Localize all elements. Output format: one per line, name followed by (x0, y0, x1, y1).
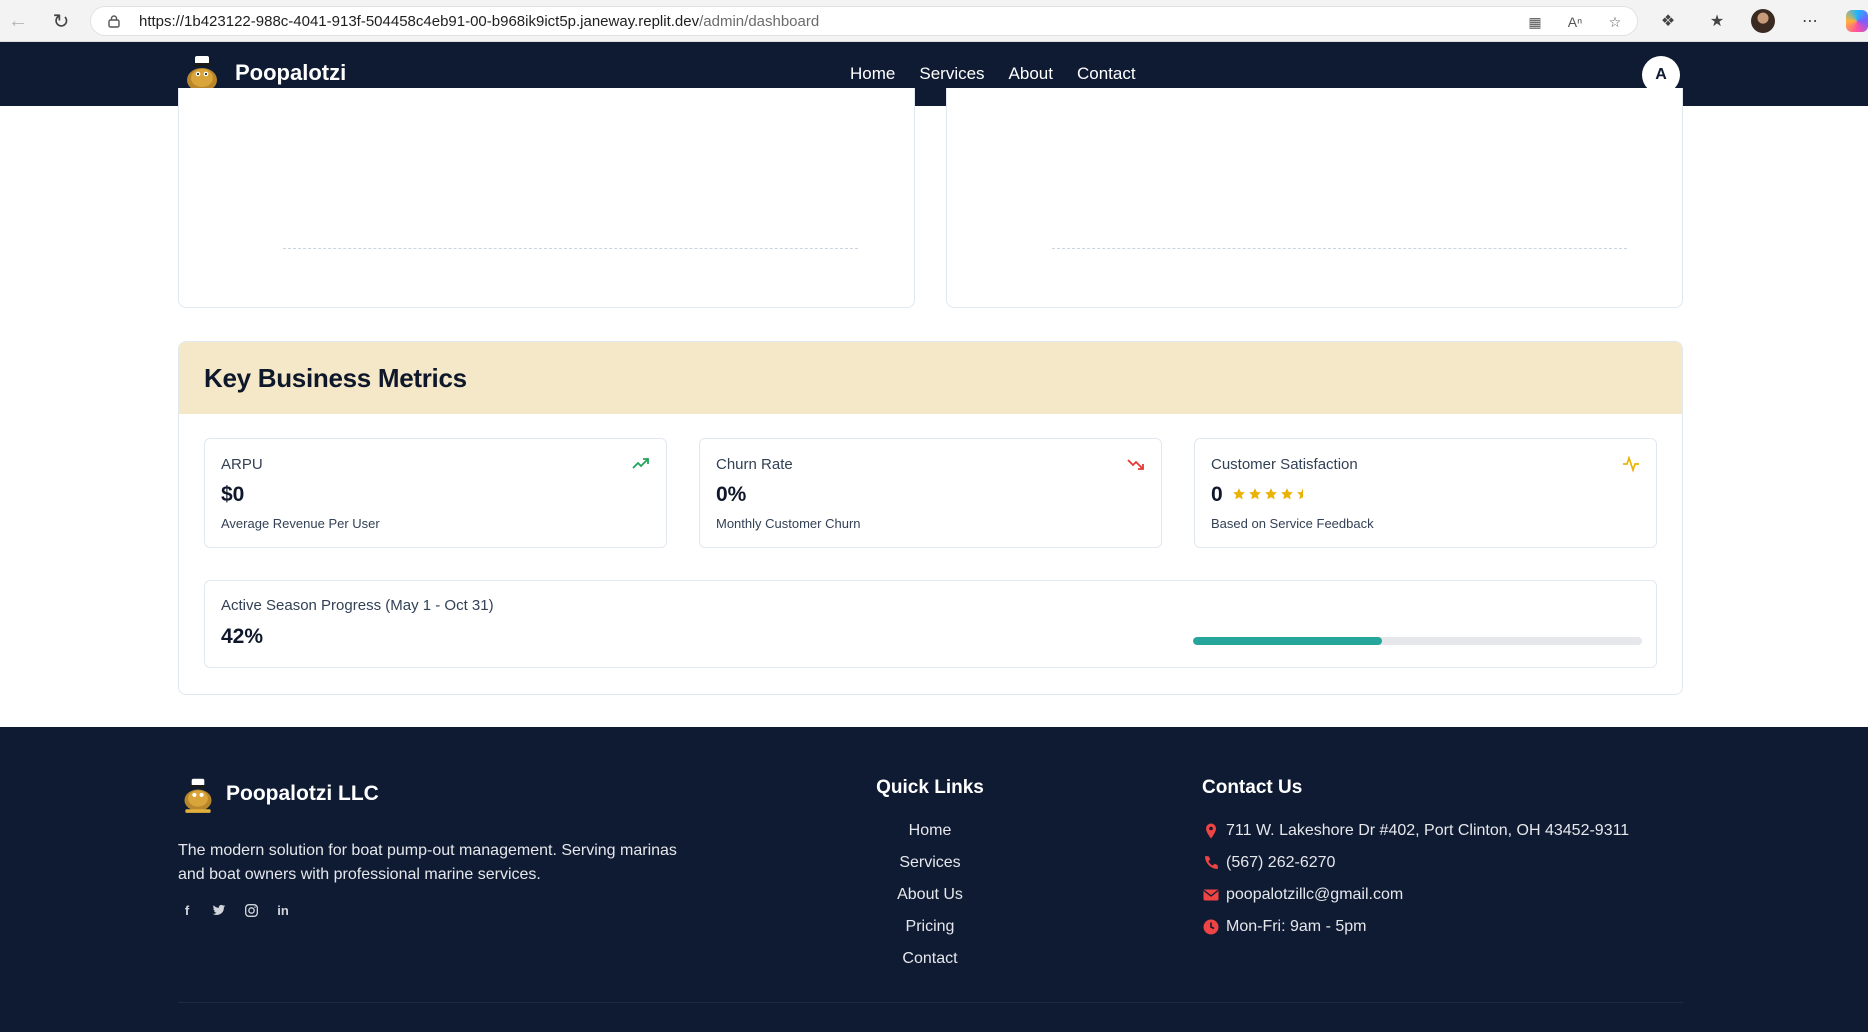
app-available-icon[interactable]: ▦ (1527, 14, 1543, 30)
metric-desc: Average Revenue Per User (221, 516, 380, 531)
contact-title: Contact Us (1202, 777, 1303, 798)
map-pin-icon (1206, 823, 1216, 839)
contact-hours: Mon-Fri: 9am - 5pm (1202, 911, 1629, 943)
contact-us: Contact Us 711 W. Lakeshore Dr #402, Por… (1202, 777, 1629, 943)
contact-email: poopalotzillc@gmail.com (1202, 879, 1629, 911)
nav-about[interactable]: About (1009, 64, 1053, 84)
top-nav: Home Services About Contact (850, 64, 1136, 84)
footer-link-about[interactable]: About Us (860, 879, 1000, 911)
metric-desc: Monthly Customer Churn (716, 516, 861, 531)
metric-card-churn: Churn Rate 0% Monthly Customer Churn (699, 438, 1162, 548)
brand-name[interactable]: Poopalotzi (235, 60, 346, 86)
metrics-title: Key Business Metrics (204, 362, 467, 393)
footer-logo[interactable] (180, 773, 216, 815)
email-text: poopalotzillc@gmail.com (1226, 886, 1404, 903)
read-aloud-icon[interactable]: Aⁿ (1567, 14, 1583, 30)
rating-stars (1232, 487, 1310, 501)
metric-desc: Based on Service Feedback (1211, 516, 1374, 531)
url-text[interactable]: https://1b423122-988c-4041-913f-504458c4… (139, 13, 819, 30)
metric-label: Churn Rate (716, 456, 793, 473)
contact-address: 711 W. Lakeshore Dr #402, Port Clinton, … (1202, 815, 1629, 847)
star-icon (1265, 488, 1277, 500)
metric-label: ARPU (221, 456, 263, 473)
season-progress-card: Active Season Progress (May 1 - Oct 31) … (204, 580, 1657, 668)
metric-card-satisfaction: Customer Satisfaction 0 Based on Service… (1194, 438, 1657, 548)
nav-services[interactable]: Services (919, 64, 984, 84)
footer-brand: Poopalotzi LLC (226, 782, 379, 805)
progress-fill (1193, 637, 1382, 645)
url-host: https://1b423122-988c-4041-913f-504458c4… (139, 13, 700, 30)
twitter-icon[interactable] (210, 901, 228, 919)
nav-home[interactable]: Home (850, 64, 895, 84)
back-arrow-icon[interactable]: ← (6, 9, 30, 33)
metric-card-arpu: ARPU $0 Average Revenue Per User (204, 438, 667, 548)
star-icon (1281, 488, 1293, 500)
star-icon (1233, 488, 1245, 500)
metric-value: 0 (1211, 483, 1223, 506)
trend-down-icon (1127, 459, 1144, 470)
key-business-metrics: Key Business Metrics ARPU $0 Average Rev… (178, 341, 1683, 695)
favorites-icon[interactable]: ★ (1706, 10, 1728, 32)
lock-icon[interactable] (107, 14, 121, 28)
instagram-icon[interactable] (242, 901, 260, 919)
reload-icon[interactable]: ↻ (49, 9, 73, 33)
metric-label: Customer Satisfaction (1211, 456, 1358, 473)
quick-links: Quick Links Home Services About Us Prici… (860, 777, 1000, 975)
chart-card-left (178, 88, 915, 308)
chart-baseline (1052, 248, 1627, 249)
social-links: f in (178, 901, 292, 919)
progress-value: 42% (221, 625, 264, 648)
nav-contact[interactable]: Contact (1077, 64, 1136, 84)
phone-icon (1205, 856, 1218, 869)
facebook-icon[interactable]: f (178, 901, 196, 919)
footer-divider (178, 1002, 1683, 1003)
envelope-icon (1203, 889, 1219, 901)
extensions-icon[interactable]: ❖ (1657, 10, 1679, 32)
metric-value: $0 (221, 483, 245, 506)
address-text: 711 W. Lakeshore Dr #402, Port Clinton, … (1226, 822, 1630, 839)
footer-link-contact[interactable]: Contact (860, 943, 1000, 975)
contact-phone: (567) 262-6270 (1202, 847, 1629, 879)
phone-text: (567) 262-6270 (1226, 854, 1336, 871)
footer-tagline: The modern solution for boat pump-out ma… (178, 842, 677, 883)
star-icon (1249, 488, 1261, 500)
clock-icon (1203, 919, 1219, 935)
half-star-icon (1297, 488, 1303, 500)
linkedin-icon[interactable]: in (274, 901, 292, 919)
progress-label: Active Season Progress (May 1 - Oct 31) (221, 597, 494, 614)
hours-text: Mon-Fri: 9am - 5pm (1226, 918, 1367, 935)
footer-link-pricing[interactable]: Pricing (860, 911, 1000, 943)
favorite-star-icon[interactable]: ☆ (1607, 14, 1623, 30)
chart-baseline (283, 248, 858, 249)
address-bar[interactable]: https://1b423122-988c-4041-913f-504458c4… (90, 6, 1638, 36)
browser-profile-avatar[interactable] (1751, 9, 1775, 33)
browser-toolbar: ← ↻ https://1b423122-988c-4041-913f-5044… (0, 0, 1868, 42)
progress-track (1193, 637, 1642, 645)
more-menu-icon[interactable]: ⋯ (1799, 10, 1821, 32)
url-path: /admin/dashboard (699, 13, 820, 30)
metrics-header: Key Business Metrics (179, 342, 1682, 414)
footer: Poopalotzi LLC The modern solution for b… (0, 727, 1868, 1032)
copilot-icon[interactable] (1846, 10, 1868, 32)
footer-link-home[interactable]: Home (860, 815, 1000, 847)
chart-card-right (946, 88, 1683, 308)
footer-link-services[interactable]: Services (860, 847, 1000, 879)
activity-icon (1623, 455, 1639, 473)
quick-links-title: Quick Links (876, 777, 984, 798)
trend-up-icon (632, 458, 649, 469)
metric-value: 0% (716, 483, 747, 506)
